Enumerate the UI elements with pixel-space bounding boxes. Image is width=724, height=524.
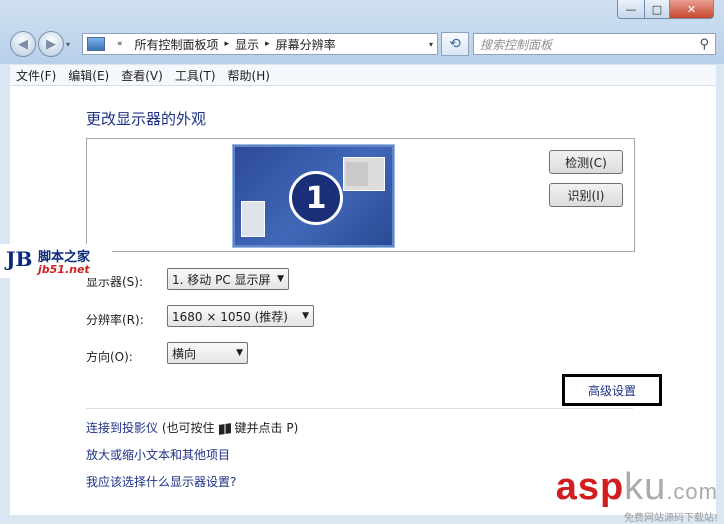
breadcrumb-screen-resolution[interactable]: 屏幕分辨率 [276, 36, 336, 53]
menu-bar: 文件(F) 编辑(E) 查看(V) 工具(T) 帮助(H) [10, 65, 716, 86]
chevron-down-icon: ▼ [277, 274, 284, 284]
resolution-label: 分辨率(R): [86, 313, 144, 327]
orientation-label: 方向(O): [86, 350, 133, 364]
projector-note-start: (也可按住 [161, 421, 215, 435]
monitor-icon[interactable]: 1 [233, 145, 394, 247]
breadcrumb-display[interactable]: 显示 [235, 36, 259, 53]
search-placeholder: 搜索控制面板 [480, 37, 553, 52]
text-size-link[interactable]: 放大或缩小文本和其他项目 [86, 446, 230, 463]
windows-logo-icon [218, 422, 231, 435]
advanced-settings-link[interactable]: 高级设置 [562, 374, 662, 406]
mini-taskbar-graphic [241, 201, 265, 237]
monitor-number: 1 [289, 171, 343, 225]
refresh-button[interactable]: ⟲ [441, 32, 469, 56]
address-bar[interactable]: « 所有控制面板项 ▸ 显示 ▸ 屏幕分辨率 ▾ [82, 33, 438, 55]
aspku-logo: aspku.com [556, 468, 718, 511]
chevron-down-icon: ▼ [302, 311, 309, 321]
display-select-value: 1. 移动 PC 显示屏 [172, 272, 271, 287]
mini-window-graphic [343, 157, 385, 191]
aspku-tagline: 免费网站源码下载站! [623, 513, 718, 524]
resolution-select[interactable]: 1680 × 1050 (推荐) ▼ [167, 305, 314, 327]
resolution-select-value: 1680 × 1050 (推荐) [172, 309, 288, 324]
divider [86, 408, 633, 409]
close-button[interactable]: ✕ [670, 0, 714, 19]
breadcrumb-separator-icon[interactable]: ▸ [225, 39, 230, 49]
control-panel-window: — □ ✕ ◀ ▶ ▾ « 所有控制面板项 ▸ 显示 ▸ 屏幕分辨率 ▾ ⟲ 搜… [0, 0, 724, 524]
recent-pages-dropdown[interactable]: ▾ [66, 40, 76, 49]
chevron-down-icon: ▼ [236, 348, 243, 358]
projector-note-end: 键并点击 P) [234, 421, 299, 435]
forward-button[interactable]: ▶ [38, 31, 64, 57]
jb51-url: jb51.net [38, 263, 90, 276]
aspku-watermark: aspku.com 免费网站源码下载站! [556, 468, 718, 524]
jb51-watermark: JB 脚本之家 jb51.net [0, 244, 112, 278]
content-pane: 更改显示器的外观 1 检测(C) 识别(I) 显示器(S): 1. 移动 PC … [10, 86, 716, 515]
breadcrumb-separator-icon[interactable]: ▸ [265, 39, 270, 49]
connect-projector-link[interactable]: 连接到投影仪 [86, 421, 158, 435]
detect-button[interactable]: 检测(C) [549, 150, 623, 174]
address-dropdown-icon[interactable]: ▾ [429, 40, 433, 49]
maximize-button[interactable]: □ [645, 0, 670, 19]
aspku-com: .com [666, 479, 718, 504]
aspku-asp: asp [555, 466, 625, 508]
orientation-select-value: 横向 [172, 346, 197, 361]
menu-tools[interactable]: 工具(T) [169, 67, 222, 84]
back-button[interactable]: ◀ [10, 31, 36, 57]
menu-edit[interactable]: 编辑(E) [62, 67, 115, 84]
breadcrumb-overflow[interactable]: « [117, 39, 123, 49]
menu-help[interactable]: 帮助(H) [222, 67, 276, 84]
jb51-logo: JB [6, 247, 33, 271]
page-title: 更改显示器的外观 [86, 110, 207, 128]
monitor-preview-panel: 1 检测(C) 识别(I) [86, 138, 635, 252]
display-settings-help-link[interactable]: 我应该选择什么显示器设置? [86, 473, 236, 490]
display-select[interactable]: 1. 移动 PC 显示屏 ▼ [167, 268, 289, 290]
breadcrumb-all-items[interactable]: 所有控制面板项 [135, 36, 219, 53]
minimize-button[interactable]: — [617, 0, 645, 19]
navigation-bar: ◀ ▶ ▾ « 所有控制面板项 ▸ 显示 ▸ 屏幕分辨率 ▾ ⟲ 搜索控制面板 … [10, 31, 716, 57]
projector-row: 连接到投影仪 (也可按住 键并点击 P) [86, 419, 298, 436]
menu-view[interactable]: 查看(V) [115, 67, 169, 84]
aspku-ku: ku [624, 466, 667, 508]
control-panel-icon [87, 37, 105, 51]
identify-button[interactable]: 识别(I) [549, 183, 623, 207]
window-caption-buttons: — □ ✕ [617, 0, 714, 19]
orientation-select[interactable]: 横向 ▼ [167, 342, 248, 364]
menu-file[interactable]: 文件(F) [10, 67, 62, 84]
search-input[interactable]: 搜索控制面板 ⚲ [473, 33, 716, 55]
search-icon[interactable]: ⚲ [699, 37, 709, 52]
